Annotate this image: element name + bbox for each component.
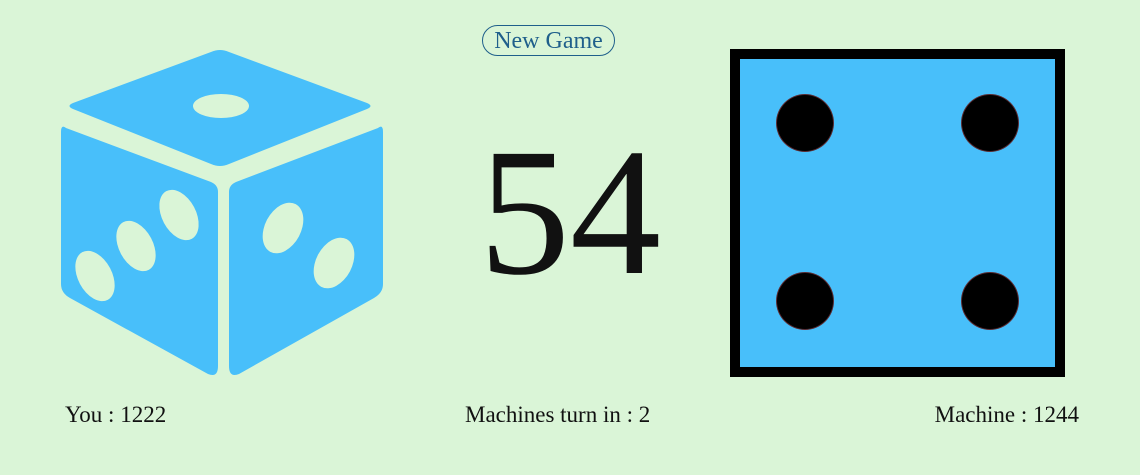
machine-score: Machine : 1244 (934, 402, 1079, 427)
dice-3d-icon[interactable] (58, 48, 386, 378)
countdown-number: 54 (479, 112, 661, 313)
die-pip (777, 95, 833, 151)
player-score: You : 1222 (65, 402, 167, 427)
dice-right-face (229, 126, 383, 376)
die-pip (777, 273, 833, 329)
die-pip (962, 273, 1018, 329)
dice-top-pip (193, 94, 249, 118)
machine-die-face (730, 49, 1065, 377)
new-game-button[interactable]: New Game (482, 25, 615, 56)
machine-turn-countdown: Machines turn in : 2 (465, 402, 651, 427)
die-pip (962, 95, 1018, 151)
